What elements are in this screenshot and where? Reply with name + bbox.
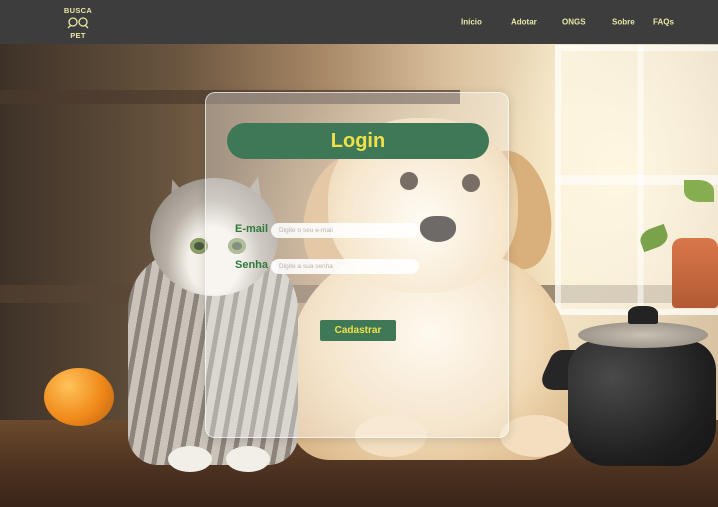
password-field[interactable] <box>271 259 419 274</box>
login-card: Login E-mail Senha Cadastrar <box>205 92 509 438</box>
kettle <box>568 340 716 466</box>
login-title-banner: Login <box>227 123 489 159</box>
nav-link-inicio[interactable]: Início <box>461 18 482 27</box>
kettle-lid <box>578 322 708 348</box>
main-nav: Início Adotar ONGS Sobre FAQs <box>0 0 718 44</box>
plant-leaf <box>684 180 714 202</box>
password-label: Senha <box>235 259 269 271</box>
plant-pot <box>672 238 718 308</box>
nav-link-faqs[interactable]: FAQs <box>653 18 674 27</box>
nav-link-adotar[interactable]: Adotar <box>511 18 537 27</box>
orange-fruit <box>44 368 114 426</box>
nav-link-ongs[interactable]: ONGS <box>562 18 586 27</box>
login-title: Login <box>330 129 386 152</box>
email-label: E-mail <box>235 223 269 235</box>
kettle-knob <box>628 306 658 324</box>
nav-link-sobre[interactable]: Sobre <box>612 18 635 27</box>
cat-paw <box>168 446 212 472</box>
register-button[interactable]: Cadastrar <box>320 320 396 341</box>
email-field[interactable] <box>271 223 419 238</box>
top-navbar: BUSCA PET Início Adotar ONGS Sobre FAQs <box>0 0 718 44</box>
dog-paw <box>500 415 572 457</box>
cat-paw <box>226 446 270 472</box>
